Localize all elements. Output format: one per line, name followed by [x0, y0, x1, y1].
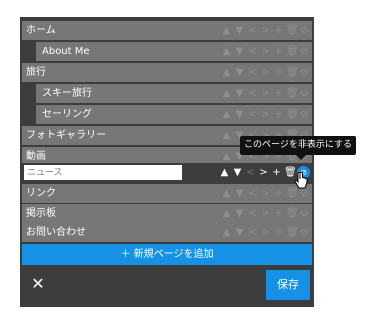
indent-icon[interactable]: >: [260, 204, 271, 223]
trash-icon[interactable]: 🗑: [286, 204, 299, 223]
add-child-icon[interactable]: +: [273, 184, 284, 203]
move-up-icon[interactable]: ▲: [221, 105, 232, 124]
outdent-icon[interactable]: <: [247, 84, 258, 103]
menu-item-links[interactable]: リンク ▲ ▼ < > + 🗑 ⊘: [22, 184, 312, 203]
menu-item-label: スキー旅行: [42, 88, 92, 99]
add-page-button[interactable]: ＋ 新規ページを追加: [22, 244, 312, 265]
eye-off-icon[interactable]: ⊘: [299, 42, 310, 61]
move-up-icon[interactable]: ▲: [221, 21, 232, 40]
trash-icon[interactable]: 🗑: [286, 63, 299, 82]
move-down-icon[interactable]: ▼: [232, 163, 243, 182]
move-up-icon[interactable]: ▲: [221, 204, 232, 223]
add-child-icon[interactable]: +: [273, 42, 284, 61]
menu-item-label: ホーム: [26, 25, 56, 36]
add-child-icon[interactable]: +: [273, 204, 284, 223]
move-down-icon[interactable]: ▼: [234, 184, 245, 203]
move-up-icon[interactable]: ▲: [221, 63, 232, 82]
eye-off-icon[interactable]: ⊘: [299, 204, 310, 223]
add-child-icon[interactable]: +: [271, 163, 282, 182]
outdent-icon[interactable]: <: [245, 163, 256, 182]
indent-icon[interactable]: >: [260, 223, 271, 242]
menu-item-bulletin-board[interactable]: 掲示板 ▲ ▼ < > + 🗑 ⊘: [22, 204, 312, 223]
menu-item-label: About Me: [42, 46, 90, 57]
add-child-icon[interactable]: +: [273, 63, 284, 82]
menu-item-label: フォトギャラリー: [26, 130, 106, 141]
outdent-icon[interactable]: <: [247, 204, 258, 223]
add-child-icon[interactable]: +: [273, 105, 284, 124]
hand-cursor-icon: [294, 172, 308, 189]
menu-item-name-input[interactable]: [24, 165, 182, 180]
move-down-icon[interactable]: ▼: [234, 42, 245, 61]
indent-icon[interactable]: >: [260, 42, 271, 61]
menu-item-about-me[interactable]: About Me ▲ ▼ < > + 🗑 ⊘: [36, 42, 312, 61]
outdent-icon[interactable]: <: [247, 63, 258, 82]
menu-item-contact[interactable]: お問い合わせ ▲ ▼ < > + 🗑 ⊘: [22, 223, 312, 242]
trash-icon[interactable]: 🗑: [286, 21, 299, 40]
move-up-icon[interactable]: ▲: [221, 184, 232, 203]
indent-icon[interactable]: >: [258, 163, 269, 182]
move-down-icon[interactable]: ▼: [234, 84, 245, 103]
menu-item-editing[interactable]: ▲ ▼ < > + 🗑 ⊘: [22, 163, 312, 182]
close-icon[interactable]: ✕: [30, 275, 46, 293]
trash-icon[interactable]: 🗑: [286, 84, 299, 103]
trash-icon[interactable]: 🗑: [286, 223, 299, 242]
outdent-icon[interactable]: <: [247, 21, 258, 40]
move-down-icon[interactable]: ▼: [234, 204, 245, 223]
indent-icon[interactable]: >: [260, 63, 271, 82]
menu-item-label: お問い合わせ: [26, 227, 86, 238]
trash-icon[interactable]: 🗑: [286, 105, 299, 124]
move-up-icon[interactable]: ▲: [221, 84, 232, 103]
outdent-icon[interactable]: <: [247, 184, 258, 203]
eye-off-icon[interactable]: ⊘: [299, 63, 310, 82]
menu-item-label: 掲示板: [26, 208, 56, 219]
add-child-icon[interactable]: +: [273, 223, 284, 242]
indent-icon[interactable]: >: [260, 184, 271, 203]
hide-page-tooltip: このページを非表示にする: [240, 136, 356, 160]
move-up-icon[interactable]: ▲: [221, 223, 232, 242]
outdent-icon[interactable]: <: [247, 105, 258, 124]
move-down-icon[interactable]: ▼: [234, 63, 245, 82]
outdent-icon[interactable]: <: [247, 42, 258, 61]
menu-item-label: セーリング: [42, 109, 92, 120]
move-up-icon[interactable]: ▲: [221, 126, 232, 145]
menu-item-label: 旅行: [26, 67, 46, 78]
eye-off-icon[interactable]: ⊘: [299, 84, 310, 103]
move-down-icon[interactable]: ▼: [234, 21, 245, 40]
indent-icon[interactable]: >: [260, 84, 271, 103]
menu-item-sailing[interactable]: セーリング ▲ ▼ < > + 🗑 ⊘: [36, 105, 312, 124]
add-child-icon[interactable]: +: [273, 21, 284, 40]
trash-icon[interactable]: 🗑: [286, 42, 299, 61]
indent-icon[interactable]: >: [260, 21, 271, 40]
move-down-icon[interactable]: ▼: [234, 223, 245, 242]
menu-item-label: リンク: [26, 188, 56, 199]
menu-item-home[interactable]: ホーム ▲ ▼ < > + 🗑 ⊘: [22, 21, 312, 40]
move-up-icon[interactable]: ▲: [221, 42, 232, 61]
eye-off-icon[interactable]: ⊘: [299, 223, 310, 242]
eye-off-icon[interactable]: ⊘: [299, 105, 310, 124]
indent-icon[interactable]: >: [260, 105, 271, 124]
outdent-icon[interactable]: <: [247, 223, 258, 242]
save-button[interactable]: 保存: [266, 270, 310, 300]
menu-item-ski-trip[interactable]: スキー旅行 ▲ ▼ < > + 🗑 ⊘: [36, 84, 312, 103]
move-down-icon[interactable]: ▼: [234, 105, 245, 124]
add-child-icon[interactable]: +: [273, 84, 284, 103]
move-up-icon[interactable]: ▲: [219, 163, 230, 182]
menu-item-travel[interactable]: 旅行 ▲ ▼ < > + 🗑 ⊘: [22, 63, 312, 82]
eye-off-icon[interactable]: ⊘: [299, 21, 310, 40]
